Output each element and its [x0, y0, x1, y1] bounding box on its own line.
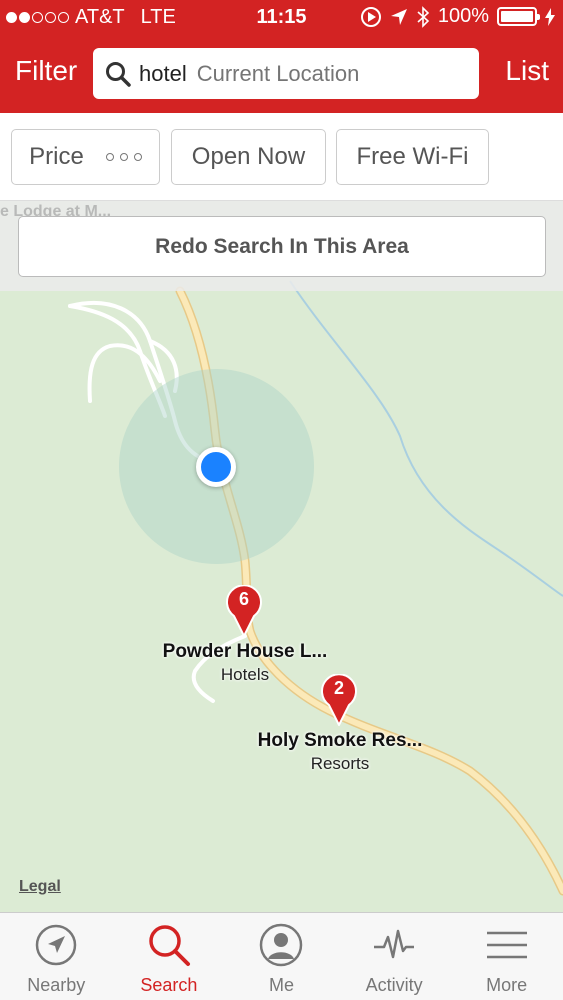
pin-number: 2	[333, 678, 344, 698]
free-wifi-filter-button[interactable]: Free Wi-Fi	[336, 129, 489, 185]
tab-activity[interactable]: Activity	[338, 913, 451, 1000]
charging-icon	[545, 7, 555, 26]
tab-label: Activity	[365, 975, 423, 995]
bluetooth-icon	[417, 5, 430, 28]
map-pin-powder-house[interactable]: 6	[225, 584, 263, 639]
map-view[interactable]: e Lodge at M... Redo Search In This Area…	[0, 201, 563, 912]
place-label-holy-smoke[interactable]: Holy Smoke Res... Resorts	[210, 730, 470, 774]
menu-lines-icon	[486, 931, 527, 959]
tab-nearby[interactable]: Nearby	[0, 913, 113, 1000]
compass-arrow-icon	[36, 924, 77, 966]
tab-bar: Nearby Search Me Activity More	[0, 912, 563, 1000]
search-icon	[106, 61, 131, 87]
tab-me[interactable]: Me	[225, 913, 338, 1000]
search-header: Filter hotel List	[0, 35, 563, 113]
screen-record-icon	[360, 6, 381, 27]
search-query[interactable]: hotel	[139, 61, 187, 87]
tab-more[interactable]: More	[450, 913, 563, 1000]
map-pin-holy-smoke[interactable]: 2	[320, 673, 358, 728]
tab-label: Search	[140, 975, 198, 995]
location-input[interactable]	[196, 60, 397, 87]
redo-search-band: e Lodge at M... Redo Search In This Area	[0, 201, 563, 291]
current-location-dot[interactable]	[196, 447, 236, 487]
battery-percent: 100%	[437, 5, 489, 27]
place-name: Holy Smoke Res...	[257, 730, 423, 751]
status-bar-right: 100%	[360, 5, 555, 28]
more-options-icon	[105, 153, 142, 161]
location-arrow-icon	[390, 8, 407, 25]
filter-button[interactable]: Filter	[15, 55, 77, 87]
tab-search[interactable]: Search	[113, 913, 226, 1000]
redo-search-button[interactable]: Redo Search In This Area	[18, 216, 546, 277]
profile-icon	[260, 923, 303, 967]
place-category: Resorts	[310, 754, 370, 773]
legal-link[interactable]: Legal	[19, 878, 61, 896]
battery-icon	[497, 7, 540, 26]
price-filter-button[interactable]: Price	[11, 129, 160, 185]
tab-label: Nearby	[27, 975, 86, 995]
tab-label: Me	[268, 975, 294, 995]
filter-chips: Price Open Now Free Wi-Fi	[0, 113, 563, 201]
activity-pulse-icon	[374, 929, 415, 959]
tab-label: More	[486, 975, 528, 995]
search-box[interactable]: hotel	[93, 48, 479, 99]
list-button[interactable]: List	[505, 55, 549, 87]
search-icon	[149, 925, 190, 966]
open-now-filter-button[interactable]: Open Now	[171, 129, 326, 185]
status-bar: AT&T LTE 11:15 100%	[0, 0, 563, 35]
map-roads	[68, 280, 563, 896]
place-name: Powder House L...	[162, 641, 328, 662]
pin-number: 6	[238, 589, 249, 609]
price-filter-label: Price	[29, 143, 84, 170]
